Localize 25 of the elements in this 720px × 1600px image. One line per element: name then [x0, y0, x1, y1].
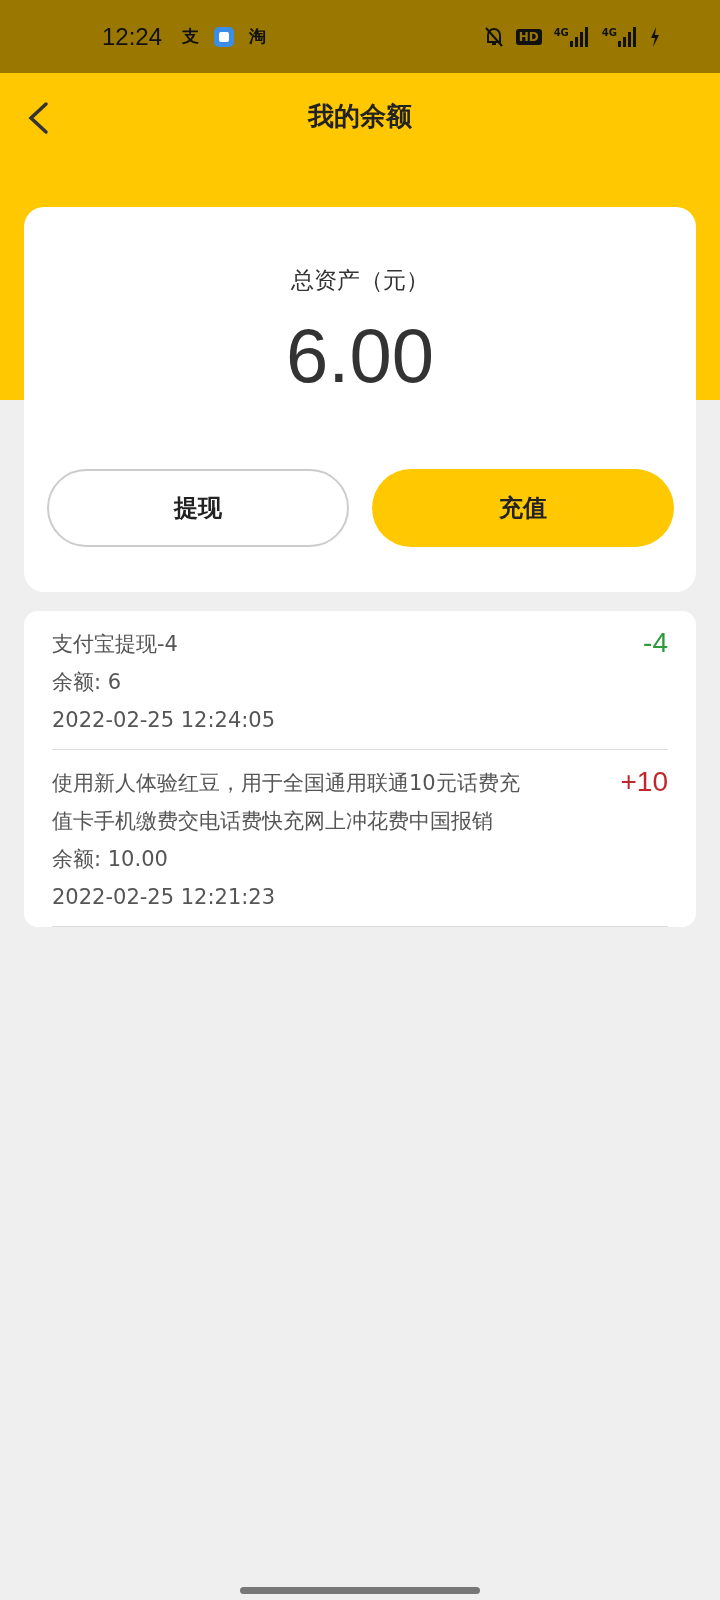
mute-icon: [483, 25, 504, 48]
recharge-button[interactable]: 充值: [371, 469, 674, 547]
notification-icon: 淘: [249, 25, 267, 48]
transaction-title: 支付宝提现-4: [52, 631, 179, 658]
transaction-time: 2022-02-25 12:24:05: [52, 707, 277, 734]
hd-badge: HD: [515, 28, 542, 45]
notification-icon: 支: [182, 25, 200, 48]
network-label: 4G: [553, 26, 569, 38]
status-time: 12:24: [102, 22, 163, 51]
page-title: 我的余额: [308, 99, 412, 133]
app-icon: [213, 25, 236, 48]
total-assets-amount: 6.00: [286, 318, 434, 394]
transaction-amount: -4: [643, 627, 668, 660]
transaction-balance: 余额: 6: [52, 669, 123, 696]
total-assets-label: 总资产（元）: [291, 266, 429, 295]
signal-icon: [569, 26, 590, 47]
transaction-amount: +10: [620, 766, 668, 799]
withdraw-button[interactable]: 提现: [46, 469, 349, 547]
charging-icon: [650, 26, 660, 47]
transaction-title: 使用新人体验红豆，用于全国通用联通10元话费充值卡手机缴费交电话费快充网上冲花费中国报销: [52, 770, 521, 835]
transaction-time: 2022-02-25 12:21:23: [52, 884, 277, 911]
network-label: 4G: [601, 26, 617, 38]
back-icon[interactable]: [26, 101, 50, 135]
signal-icon: [618, 26, 638, 47]
transaction-balance: 余额: 10.00: [52, 846, 169, 873]
